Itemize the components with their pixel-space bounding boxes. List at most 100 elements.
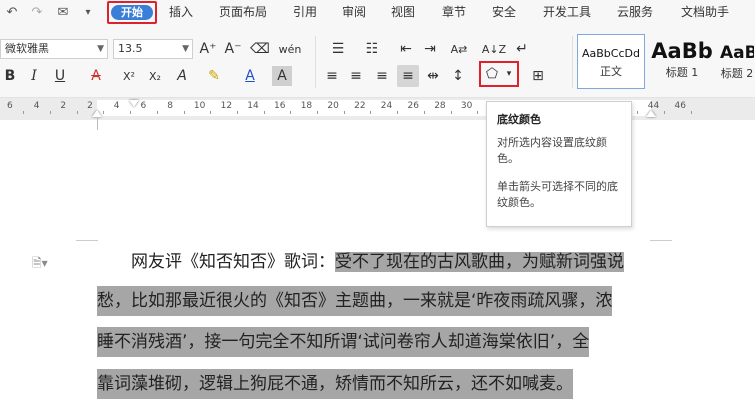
tab-view[interactable]: 视图 [386,2,420,23]
borders-icon[interactable]: ⊞ [528,66,548,86]
ruler-number: 14 [247,101,259,111]
font-size-value: 13.5 [118,42,143,55]
ruler-number: 22 [354,101,366,111]
margin-marker [97,118,98,130]
ruler-tick [370,111,372,114]
strikethrough-button[interactable]: A [86,66,106,86]
ruler-number: 20 [327,101,339,111]
document-line[interactable]: 睡不消残酒’，接一句完全不知所谓‘试问卷帘人却道海棠依旧’，全 [97,327,590,357]
style-label: 标题 1 [665,66,699,79]
document-line[interactable]: 愁，比如那最近很火的《知否》主题曲，一来就是‘昨夜雨疏风骤，浓 [97,286,613,316]
ruler-number: 6 [140,101,147,111]
tab-doc-assistant[interactable]: 文档助手 [675,2,735,23]
bold-button[interactable]: B [0,66,20,86]
quick-access-more-icon[interactable]: ▾ [82,3,94,21]
increase-indent-icon[interactable]: ⇥ [420,39,440,59]
tab-developer[interactable]: 开发工具 [537,2,597,23]
ruler-number: 6 [7,101,13,111]
ruler-tick [50,111,52,114]
margin-marker [650,240,672,241]
document-line[interactable]: 靠词藻堆砌，逻辑上狗屁不通，矫情而不知所云，还不如喊麦。 [97,369,573,399]
text-effects-icon[interactable]: A [172,66,192,86]
tab-chapter[interactable]: 章节 [437,2,471,23]
tab-cloud-services[interactable]: 云服务 [612,2,658,23]
superscript-button[interactable]: X² [118,66,140,86]
sort-icon[interactable]: A↓Z [482,39,506,59]
style-sample: AaBb [651,39,713,63]
style-label: 标题 2 [720,67,754,80]
numbering-icon[interactable]: ☷ [362,39,382,59]
text-direction-icon[interactable]: A⇄ [446,39,472,59]
font-color-icon[interactable]: A [240,66,260,86]
ruler-tick [423,111,425,114]
tab-home[interactable]: 开始 [111,5,153,20]
style-sample: AaBbCcDd [582,47,640,60]
align-right-icon[interactable]: ≡ [372,66,392,86]
phonetic-guide-icon[interactable]: wén [276,39,304,59]
character-shading-icon[interactable]: A [272,66,292,86]
clear-format-icon[interactable]: ⌫ [250,39,270,59]
line-spacing-icon[interactable]: ↕ [448,66,468,86]
style-heading-1[interactable]: AaBb 标题 1 [647,34,717,89]
tab-insert[interactable]: 插入 [163,2,199,23]
style-normal[interactable]: AaBbCcDd 正文 [577,34,645,89]
decrease-indent-icon[interactable]: ⇤ [396,39,416,59]
shading-dropdown-icon[interactable]: ▾ [503,64,515,84]
ruler-tick [183,111,185,114]
shading-color-icon[interactable]: ⬠ [482,64,502,84]
tooltip-title: 底纹颜色 [497,113,541,126]
tooltip-text: 单击箭头可选择不同的底纹颜色。 [497,180,618,209]
tab-page-layout[interactable]: 页面布局 [213,2,273,23]
document-line[interactable]: 网友评《知否知否》歌词：受不了现在的古风歌曲，为赋新词强说 [97,247,624,277]
highlight-icon[interactable]: ✎ [204,66,224,86]
style-sample: AaB [720,43,755,63]
shrink-font-icon[interactable]: A⁻ [223,39,243,59]
justify-icon[interactable]: ≡ [397,65,419,87]
undo-icon[interactable]: ↶ [4,3,20,21]
paragraph-menu-icon[interactable]: 🗎▾ [32,254,48,275]
shading-color-tooltip: 底纹颜色 对所选内容设置底纹颜色。 单击箭头可选择不同的底纹颜色。 [486,101,632,227]
styles-gallery: AaBbCcDd 正文 AaBb 标题 1 AaB 标题 2 [577,34,755,89]
ruler-number: 4 [33,101,40,111]
subscript-button[interactable]: X₂ [144,66,166,86]
underline-button[interactable]: U [50,66,70,86]
ruler-number: 10 [193,101,206,111]
ruler-number: 18 [300,101,313,111]
margin-marker [76,240,98,241]
align-left-icon[interactable]: ≡ [322,66,342,86]
ruler-tick [76,111,78,114]
divider [572,36,573,88]
font-name-select[interactable]: 微软雅黑 ▼ [0,39,108,59]
align-center-icon[interactable]: ≡ [346,66,366,86]
ruler-tick [130,111,132,114]
ruler-number: 28 [434,101,446,111]
tooltip-text: 对所选内容设置底纹颜色。 [497,136,607,165]
mail-icon[interactable]: ✉ [54,3,72,21]
tab-security[interactable]: 安全 [487,2,521,23]
italic-button[interactable]: I [24,66,44,86]
font-size-select[interactable]: 13.5 ▼ [113,39,193,59]
tab-home-highlight: 开始 [107,1,157,24]
first-line-indent-marker[interactable] [129,100,139,107]
show-marks-icon[interactable]: ↵ [512,39,532,59]
ruler-number: 2 [60,101,67,111]
ruler-number: 12 [220,101,233,111]
chevron-down-icon: ▼ [182,44,189,54]
ruler-tick [290,111,292,114]
right-indent-marker[interactable] [646,110,656,117]
ruler-tick [477,111,479,114]
ruler-number: 24 [380,101,393,111]
ruler-tick [23,111,25,114]
grow-font-icon[interactable]: A⁺ [198,39,218,59]
bullets-icon[interactable]: ☰ [328,39,348,59]
text-shaded: 受不了现在的古风歌曲，为赋新词强说 [335,252,624,272]
style-heading-2[interactable]: AaB 标题 2 [719,34,755,89]
tab-references[interactable]: 引用 [289,2,321,23]
redo-icon[interactable]: ↷ [29,3,45,21]
font-name-value: 微软雅黑 [5,42,49,55]
distributed-align-icon[interactable]: ⇹ [423,66,443,86]
ruler-tick [263,111,265,114]
tab-review[interactable]: 审阅 [337,2,371,23]
left-indent-marker[interactable] [92,110,102,117]
ribbon-toolbar: 微软雅黑 ▼ 13.5 ▼ A⁺ A⁻ ⌫ wén ☰ ☷ ⇤ ⇥ A⇄ A↓Z… [0,26,755,98]
